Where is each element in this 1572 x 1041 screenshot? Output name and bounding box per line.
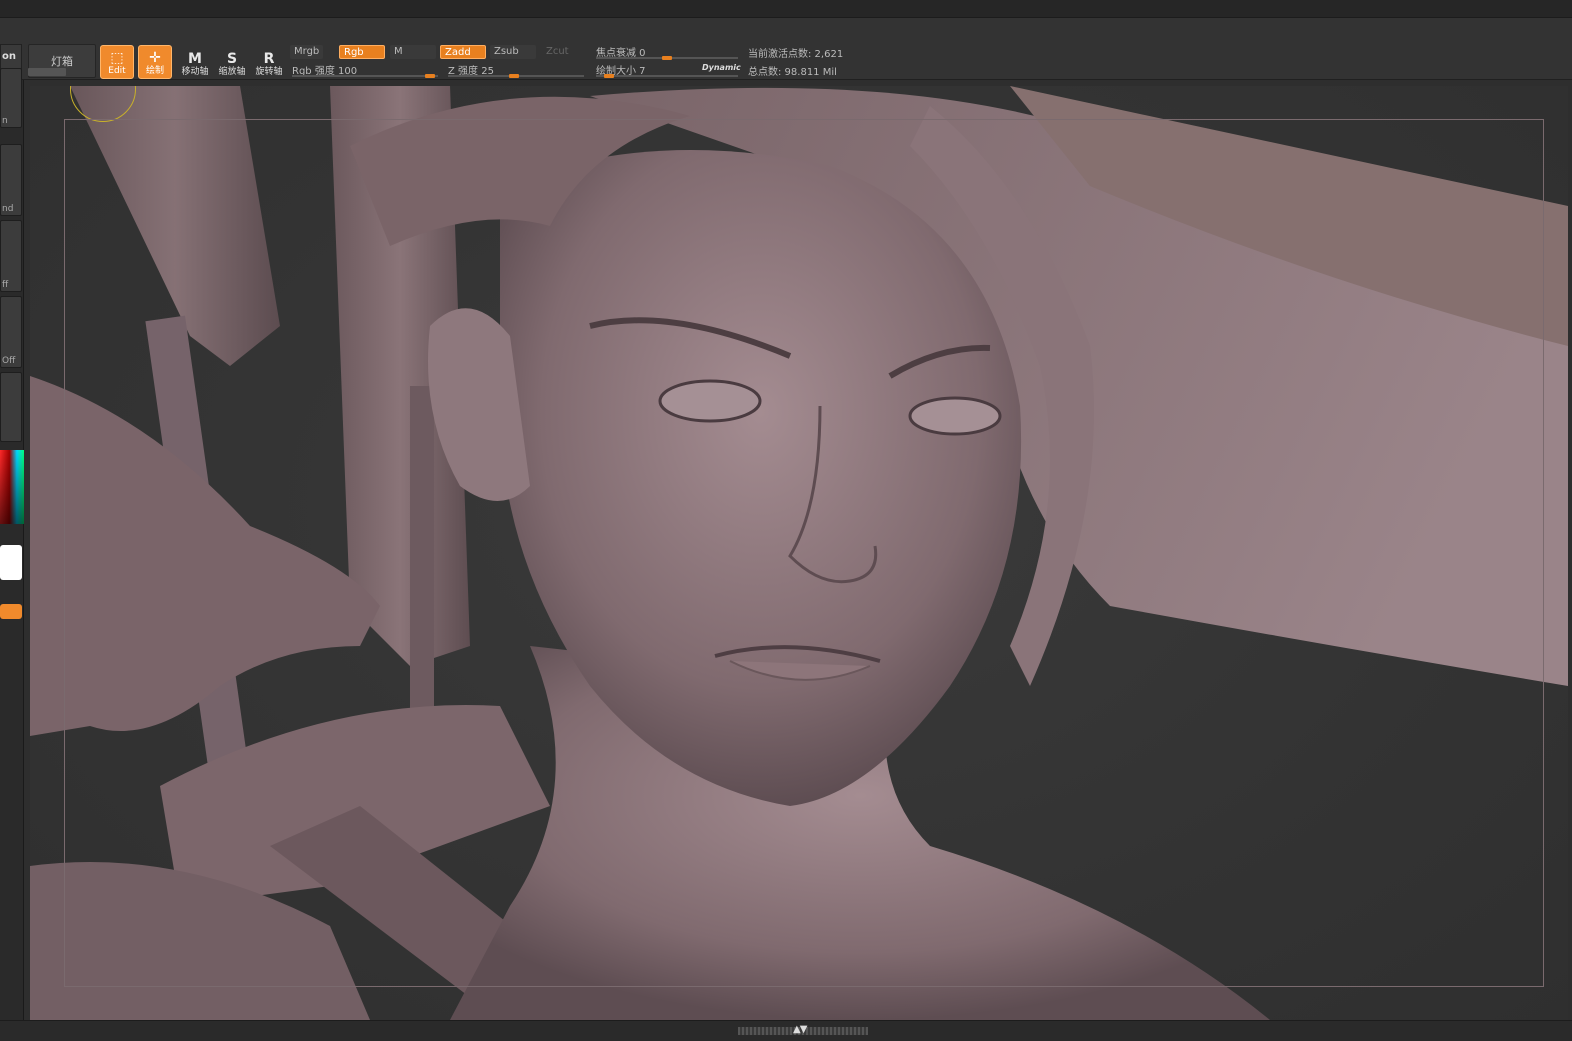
palette-slot-3[interactable]: ff bbox=[0, 220, 22, 292]
palette-slot-2[interactable]: nd bbox=[0, 144, 22, 216]
palette-slot-1-label: n bbox=[2, 116, 8, 126]
palette-slot-3-label: ff bbox=[2, 280, 9, 290]
menu-strip bbox=[0, 0, 1572, 18]
zsub-toggle[interactable]: Zsub bbox=[490, 45, 536, 59]
draw-icon: ✛ bbox=[149, 50, 161, 66]
dynamic-toggle[interactable]: Dynamic bbox=[702, 63, 741, 72]
zadd-toggle[interactable]: Zadd bbox=[440, 45, 486, 59]
color-picker[interactable] bbox=[0, 450, 24, 524]
zcut-toggle[interactable]: Zcut bbox=[542, 45, 573, 59]
move-label: 移动轴 bbox=[181, 67, 209, 77]
palette-slot-4[interactable]: Off bbox=[0, 296, 22, 368]
rotate-label: 旋转轴 bbox=[255, 67, 283, 77]
canvas-tab[interactable] bbox=[28, 68, 66, 76]
draw-size-knob[interactable] bbox=[604, 74, 614, 78]
bottom-shelf: ▲▼ bbox=[0, 1020, 1572, 1041]
m-toggle[interactable]: M bbox=[390, 45, 436, 59]
focal-shift-knob[interactable] bbox=[662, 56, 672, 60]
rotate-icon: R bbox=[263, 51, 275, 67]
draw-size-slider[interactable] bbox=[596, 75, 738, 77]
total-points-readout: 总点数: 98.811 Mil bbox=[748, 67, 837, 78]
expand-arrows-icon[interactable]: ▲▼ bbox=[793, 1024, 807, 1035]
scale-icon: S bbox=[226, 51, 238, 67]
edit-icon: ⬚ bbox=[110, 50, 124, 66]
move-icon: M bbox=[188, 51, 202, 67]
rgb-intensity-slider[interactable] bbox=[292, 75, 438, 77]
mrgb-toggle[interactable]: Mrgb bbox=[290, 45, 324, 59]
edit-button[interactable]: ⬚ Edit bbox=[100, 45, 134, 79]
palette-slot-5[interactable] bbox=[0, 372, 22, 442]
top-toolbar: on 灯箱 ⬚ Edit ✛ 绘制 M 移动轴 S 缩放轴 R 旋转轴 Mrgb… bbox=[0, 18, 1572, 80]
active-points-readout: 当前激活点数: 2,621 bbox=[748, 49, 844, 60]
rgb-intensity-knob[interactable] bbox=[425, 74, 435, 78]
rotate-button[interactable]: R 旋转轴 bbox=[252, 45, 286, 79]
document-canvas[interactable] bbox=[30, 86, 1568, 1020]
zbrush-window: on 灯箱 ⬚ Edit ✛ 绘制 M 移动轴 S 缩放轴 R 旋转轴 Mrgb… bbox=[0, 0, 1572, 1041]
document-frame bbox=[64, 119, 1544, 987]
secondary-color-swatch[interactable] bbox=[0, 604, 22, 619]
main-color-swatch[interactable] bbox=[0, 545, 22, 580]
edit-label: Edit bbox=[108, 66, 126, 76]
palette-slot-2-label: nd bbox=[2, 204, 14, 214]
palette-slot-1[interactable]: n bbox=[0, 68, 22, 128]
scale-button[interactable]: S 缩放轴 bbox=[215, 45, 249, 79]
move-button[interactable]: M 移动轴 bbox=[178, 45, 212, 79]
draw-button[interactable]: ✛ 绘制 bbox=[138, 45, 172, 79]
palette-slot-4-label: Off bbox=[2, 356, 16, 366]
draw-label: 绘制 bbox=[145, 66, 164, 76]
scale-label: 缩放轴 bbox=[218, 67, 246, 77]
rgb-toggle[interactable]: Rgb bbox=[339, 45, 385, 59]
z-intensity-knob[interactable] bbox=[509, 74, 519, 78]
